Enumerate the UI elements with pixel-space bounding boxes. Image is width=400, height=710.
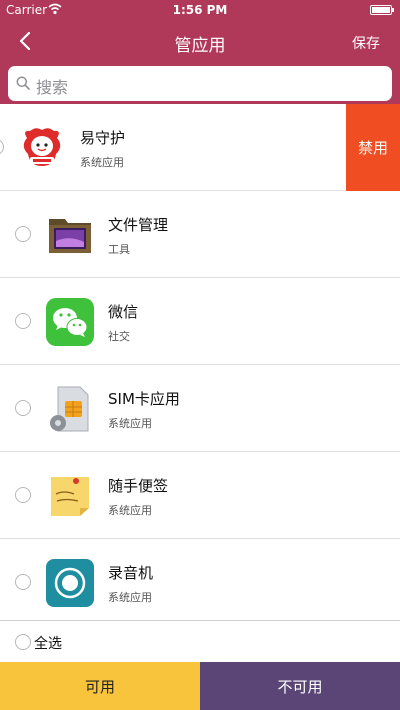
app-name: 录音机 [108, 564, 154, 582]
row-select-radio[interactable] [15, 400, 31, 416]
app-name: 文件管理 [108, 216, 169, 234]
select-all-label: 全选 [34, 636, 62, 652]
app-row-sticky-note[interactable]: 随手便签 系统应用 [0, 452, 400, 539]
app-row-wechat[interactable]: 微信 社交 [0, 278, 400, 365]
app-row-recorder[interactable]: 录音机 系统应用 [0, 539, 400, 620]
recorder-icon [46, 559, 94, 607]
app-category: 社交 [108, 330, 130, 343]
search-placeholder: 搜索 [36, 78, 69, 97]
app-row-sim-card[interactable]: SIM卡应用 系统应用 [0, 365, 400, 452]
app-list: 易守护 系统应用 禁用 文件管理 工具 微信 社交 SIM卡应用 系统应用 随手… [0, 104, 400, 620]
app-row-yishouhu[interactable]: 易守护 系统应用 禁用 [0, 104, 400, 191]
page-title: 管应用 [174, 36, 226, 56]
bottom-action-bar: 可用 不可用 [0, 662, 400, 710]
app-name: 易守护 [80, 129, 126, 147]
folder-icon [49, 219, 91, 253]
search-input[interactable]: 搜索 [8, 66, 392, 101]
status-time: 1:56 PM [172, 3, 228, 17]
row-select-radio[interactable] [15, 487, 31, 503]
app-category: 系统应用 [108, 591, 152, 604]
row-select-radio[interactable] [15, 226, 31, 242]
app-category: 系统应用 [108, 417, 152, 430]
select-all-radio[interactable] [15, 634, 31, 650]
battery-icon [370, 5, 394, 15]
search-area: 搜索 [0, 64, 400, 104]
sim-card-icon [50, 386, 89, 432]
guardian-mascot-icon [23, 128, 61, 166]
app-row-file-manager[interactable]: 文件管理 工具 [0, 191, 400, 278]
app-category: 工具 [108, 243, 130, 256]
app-name: 微信 [108, 303, 139, 321]
search-icon [16, 76, 30, 90]
app-category: 系统应用 [80, 156, 124, 169]
sticky-note-icon [51, 477, 89, 516]
app-name: 随手便签 [108, 477, 169, 495]
row-select-radio[interactable] [15, 574, 31, 590]
disable-button[interactable]: 不可用 [200, 662, 400, 710]
enable-button[interactable]: 可用 [0, 662, 200, 710]
save-button[interactable]: 保存 [352, 33, 380, 53]
disable-swipe-button[interactable]: 禁用 [346, 104, 400, 191]
status-bar: Carrier 1:56 PM [0, 0, 400, 20]
nav-bar: 管应用 保存 [0, 20, 400, 64]
app-name: SIM卡应用 [108, 390, 180, 408]
row-select-radio[interactable] [15, 313, 31, 329]
wechat-icon [46, 298, 94, 346]
app-category: 系统应用 [108, 504, 152, 517]
row-select-radio[interactable] [0, 139, 4, 155]
select-all-row[interactable]: 全选 [0, 620, 400, 662]
